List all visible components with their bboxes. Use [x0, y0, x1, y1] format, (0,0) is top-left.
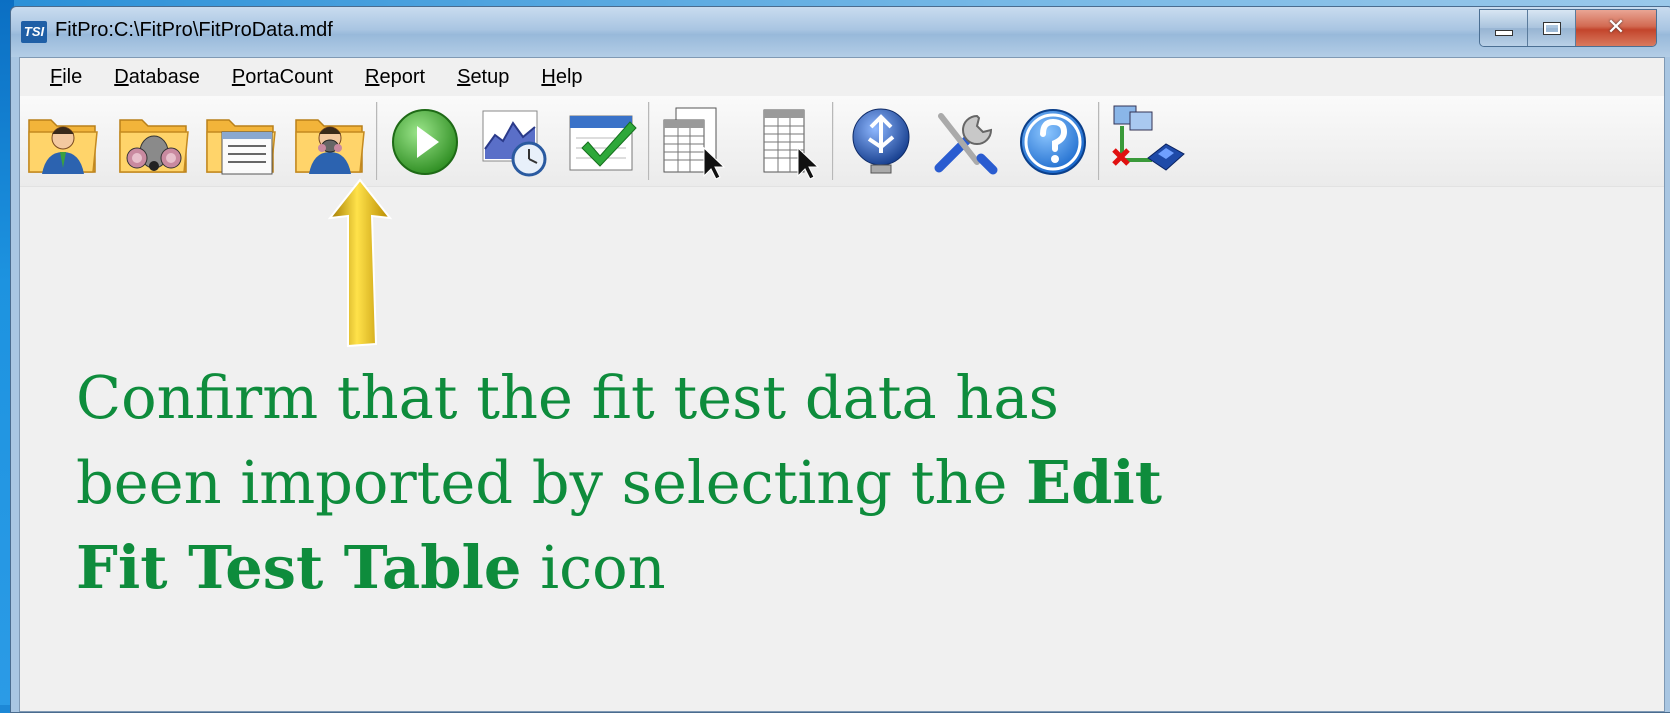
close-icon: ✕	[1606, 15, 1626, 40]
minimize-icon	[1494, 30, 1513, 36]
usb-connection-button[interactable]	[842, 102, 920, 182]
title-bar[interactable]: TSI FitPro:C:\FitPro\FitProData.mdf ✕	[11, 7, 1670, 57]
menu-report-accel: R	[365, 65, 380, 88]
menu-database-accel: D	[114, 65, 129, 88]
menu-setup[interactable]: Setup	[441, 66, 525, 89]
toolbar-separator	[648, 102, 650, 180]
toolbar-separator	[1098, 102, 1100, 180]
menu-help-accel: H	[541, 65, 556, 88]
menu-file-accel: F	[50, 65, 63, 88]
edit-fit-test-folder-icon	[295, 119, 365, 174]
toolbar-separator	[832, 102, 834, 180]
tools-button[interactable]	[926, 102, 1004, 182]
menu-help-label: elp	[555, 65, 583, 88]
menu-setup-label: etup	[470, 65, 510, 88]
tsi-logo: TSI	[21, 21, 47, 43]
menu-report-label: eport	[379, 65, 426, 88]
caption-buttons: ✕	[1479, 9, 1657, 47]
start-fit-test-icon	[392, 109, 458, 175]
toolbar	[20, 96, 1664, 187]
menu-portacount-accel: P	[231, 65, 246, 88]
tools-icon	[934, 113, 998, 175]
chart-clock-button[interactable]	[475, 102, 553, 182]
menu-portacount-label: ortaCount	[245, 65, 334, 88]
fit-test-table-folder-icon	[206, 119, 276, 175]
menu-report[interactable]: Report	[349, 66, 441, 89]
menu-setup-accel: S	[457, 65, 471, 88]
menu-portacount[interactable]: PortaCount	[216, 66, 349, 89]
menu-database[interactable]: Database	[98, 66, 216, 89]
calendar-check-icon	[569, 115, 637, 171]
instruction-text: Confirm that the fit test data has been …	[76, 355, 1176, 610]
people-button[interactable]	[24, 102, 102, 182]
maximize-icon	[1542, 21, 1561, 35]
help-icon	[1020, 109, 1086, 175]
respirator-folder-icon	[119, 119, 189, 173]
maximize-button[interactable]	[1528, 10, 1576, 46]
menu-bar: File Database PortaCount Report Setup He…	[20, 58, 1664, 96]
toolbar-separator	[376, 102, 378, 180]
pointer-arrow	[328, 178, 392, 348]
client-area: File Database PortaCount Report Setup He…	[19, 57, 1665, 712]
select-records-button[interactable]	[658, 102, 736, 182]
start-fit-test-button[interactable]	[386, 102, 464, 182]
close-button[interactable]: ✕	[1576, 10, 1656, 46]
instruction-text-part1: Confirm that the fit test data has been …	[76, 363, 1059, 517]
help-button[interactable]	[1014, 102, 1092, 182]
select-table-icon	[763, 109, 820, 180]
minimize-button[interactable]	[1480, 10, 1528, 46]
fit-test-table-button[interactable]	[202, 102, 280, 182]
select-records-icon	[663, 107, 726, 180]
window-title: FitPro:C:\FitPro\FitProData.mdf	[55, 19, 333, 41]
usb-globe-icon	[852, 108, 910, 174]
chart-clock-icon	[482, 110, 547, 177]
fitpro-window: TSI FitPro:C:\FitPro\FitProData.mdf ✕ Fi…	[10, 6, 1670, 713]
menu-file-label: ile	[62, 65, 83, 88]
respirator-button[interactable]	[115, 102, 193, 182]
menu-database-label: atabase	[128, 65, 200, 88]
menu-file[interactable]: File	[34, 66, 98, 89]
select-table-button[interactable]	[752, 102, 830, 182]
calendar-check-button[interactable]	[565, 102, 643, 182]
network-disconnected-icon	[1112, 105, 1185, 171]
instruction-text-part2: icon	[521, 533, 666, 602]
edit-fit-test-table-button[interactable]	[291, 102, 369, 182]
portacount-connection-button[interactable]	[1108, 102, 1186, 182]
people-folder-icon	[28, 119, 98, 174]
menu-help[interactable]: Help	[525, 66, 598, 89]
